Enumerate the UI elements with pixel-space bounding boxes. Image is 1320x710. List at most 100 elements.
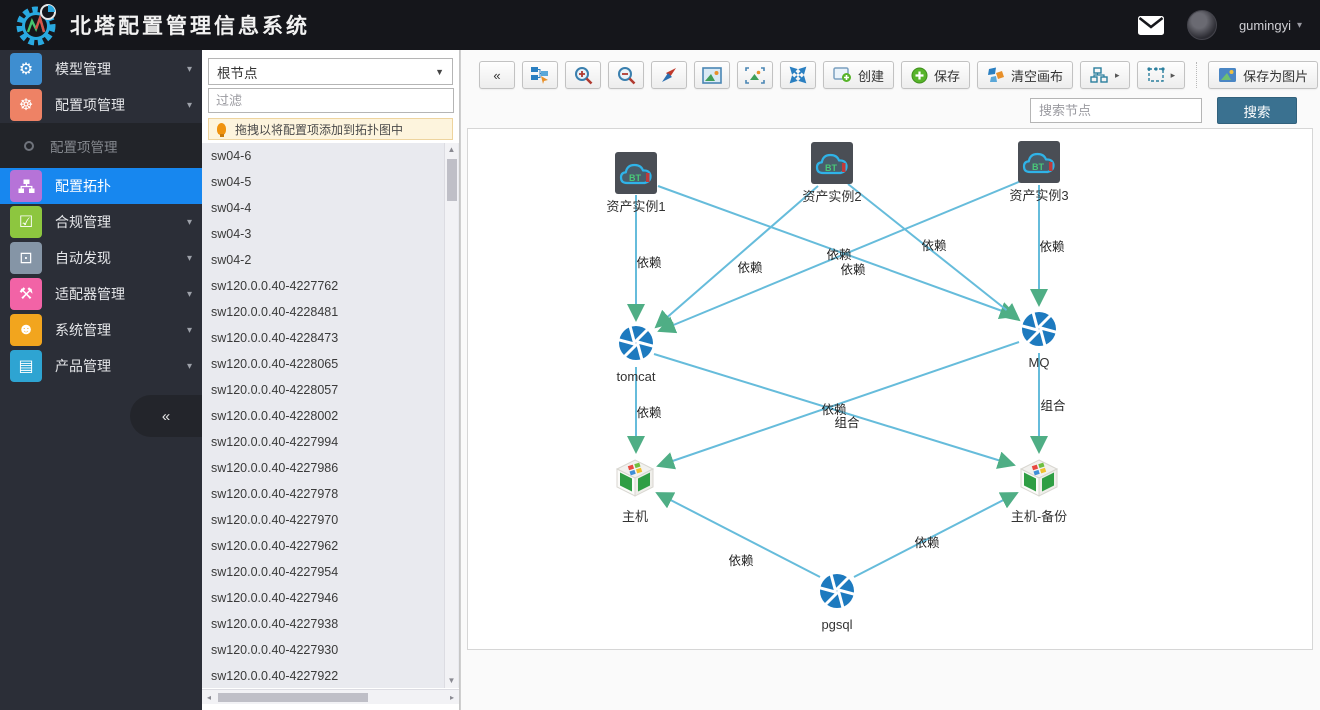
sidebar-item-auto-discovery[interactable]: ⊡ 自动发现 ▾ [0,240,202,276]
tree-item[interactable]: sw120.0.0.40-4227986 [202,455,459,481]
clear-canvas-button[interactable]: 清空画布 [977,61,1074,89]
collapse-panel-button[interactable]: « [479,61,515,89]
tree-item[interactable]: sw120.0.0.40-4228057 [202,377,459,403]
tree-item[interactable]: sw04-5 [202,169,459,195]
scroll-down-icon[interactable]: ▼ [448,674,456,688]
sidebar-item-ci-management[interactable]: ☸ 配置项管理 ▾ [0,87,202,123]
compass-button[interactable] [651,61,687,89]
main-area: « 创建 保存 清空画布 ▸ ▸ 保存为图片 搜索节点 搜索 依赖 依赖 依赖 … [460,50,1320,710]
horizontal-scrollbar[interactable]: ◂ ▸ [202,689,459,704]
tree-item[interactable]: sw04-3 [202,221,459,247]
scroll-left-icon[interactable]: ◂ [202,693,216,702]
search-node-input[interactable] [1030,98,1202,123]
image-view-button[interactable] [737,61,773,89]
sidebar-item-compliance-management[interactable]: ☑ 合规管理 ▾ [0,204,202,240]
avatar[interactable] [1186,10,1217,40]
zoom-out-icon [617,66,635,84]
clear-icon [988,67,1005,82]
tree-item[interactable]: sw120.0.0.40-4227978 [202,481,459,507]
topology-node-asset1[interactable]: BT 资产实例1 [571,152,701,215]
edge-label: 依赖 [914,535,940,550]
tree-item[interactable]: sw120.0.0.40-4227970 [202,507,459,533]
filter-input[interactable] [208,88,454,113]
ci-tree-list: sw04-6 sw04-5 sw04-4 sw04-3 sw04-2 sw120… [202,143,459,688]
tree-item[interactable]: sw120.0.0.40-4227930 [202,637,459,663]
tree-item[interactable]: sw120.0.0.40-4227946 [202,585,459,611]
vertical-scroll-thumb[interactable] [446,159,457,201]
tree-item[interactable]: sw120.0.0.40-4227954 [202,559,459,585]
sidebar-item-product-management[interactable]: ▤ 产品管理 ▾ [0,348,202,384]
username: gumingyi [1238,17,1291,33]
image-brackets-icon [745,66,765,84]
tree-item[interactable]: sw04-4 [202,195,459,221]
tree-item[interactable]: sw04-2 [202,247,459,273]
image-frame-icon [702,66,722,84]
sidebar-item-config-topology[interactable]: 配置拓扑 [0,168,202,204]
topology-node-asset3[interactable]: BT 资产实例3 [974,141,1104,204]
tree-item[interactable]: sw120.0.0.40-4227962 [202,533,459,559]
topology-node-pgsql[interactable]: pgsql [772,572,902,632]
topology-canvas[interactable]: 依赖 依赖 依赖 依赖 依赖 依赖 依赖 组合 依赖 组合 依赖 依赖 BT 资… [467,128,1313,650]
topology-node-mq[interactable]: MQ [974,310,1104,370]
aperture-icon [617,325,655,361]
asset-cloud-icon: BT [811,142,853,184]
node-search-row: 搜索 [461,97,1297,124]
mail-icon[interactable] [1137,15,1165,36]
aperture-icon [818,573,856,609]
page: 北塔配置管理信息系统 gumingyi ▾ ⚙ 模型管理 ▾ ☸ 配置项管理 ▾… [0,0,1320,710]
sidebar-collapse-button[interactable]: « [130,395,202,437]
aperture-icon [1020,311,1058,347]
tree-item[interactable]: sw120.0.0.40-4228065 [202,351,459,377]
root-node-select[interactable]: 根节点 ▼ [208,58,453,85]
create-button[interactable]: 创建 [823,61,895,89]
zoom-in-button[interactable] [565,61,601,89]
select-caret-icon: ▼ [435,66,444,77]
scroll-up-icon[interactable]: ▲ [448,143,456,157]
save-button[interactable]: 保存 [901,61,971,89]
sidebar-item-adapter-management[interactable]: ⚒ 适配器管理 ▾ [0,276,202,312]
chevron-down-icon: ▾ [186,216,192,228]
topology-node-asset2[interactable]: BT 资产实例2 [767,142,897,205]
edge-label: 依赖 [636,255,662,270]
sidebar-item-system-management[interactable]: ☻ 系统管理 ▾ [0,312,202,348]
tree-item[interactable]: sw04-6 [202,143,459,169]
topology-toolbar: « 创建 保存 清空画布 ▸ ▸ 保存为图片 [479,60,1320,90]
vertical-scrollbar[interactable]: ▲ ▼ [444,143,458,688]
topology-node-host[interactable]: 主机 [570,457,700,525]
tree-item[interactable]: sw120.0.0.40-4227938 [202,611,459,637]
tree-item[interactable]: sw120.0.0.40-4227994 [202,429,459,455]
edge-label: 依赖 [821,402,847,417]
app-header: 北塔配置管理信息系统 gumingyi ▾ [0,0,1320,50]
sidebar-subitem-ci-management[interactable]: 配置项管理 [0,123,202,168]
tree-item[interactable]: sw120.0.0.40-4228473 [202,325,459,351]
align-dropdown-button[interactable]: ▸ [1136,61,1186,89]
zoom-out-button[interactable] [608,61,644,89]
save-as-image-button[interactable]: 保存为图片 [1208,61,1319,89]
edge-label: 依赖 [636,405,662,420]
scroll-right-icon[interactable]: ▸ [445,693,459,702]
calendar-check-icon: ☑ [10,206,42,238]
node-label: pgsql [821,617,853,632]
layout-dropdown-button[interactable]: ▸ [1080,61,1130,89]
expand-button[interactable] [780,61,816,89]
horizontal-scroll-thumb[interactable] [218,692,368,702]
node-label: 资产实例1 [606,199,666,214]
search-button[interactable]: 搜索 [1217,97,1297,124]
topology-tree-button[interactable] [522,61,558,89]
fit-image-button[interactable] [694,61,730,89]
circle-bullet-icon [24,140,34,151]
tree-item[interactable]: sw120.0.0.40-4228481 [202,299,459,325]
user-menu[interactable]: gumingyi ▾ [1239,18,1302,33]
edge-label: 组合 [834,415,860,430]
host-cube-icon [615,459,655,497]
tree-item[interactable]: sw120.0.0.40-4227922 [202,663,459,688]
chevron-down-icon: ▾ [186,288,192,300]
tree-item[interactable]: sw120.0.0.40-4228002 [202,403,459,429]
topology-node-tomcat[interactable]: tomcat [571,324,701,384]
tree-item[interactable]: sw120.0.0.40-4227762 [202,273,459,299]
sidebar-item-model-management[interactable]: ⚙ 模型管理 ▾ [0,51,202,87]
topology-node-host-backup[interactable]: 主机-备份 [974,457,1104,525]
expand-arrows-icon [789,66,807,84]
dropdown-caret-icon: ▸ [1115,69,1120,80]
chevron-down-icon: ▾ [186,360,192,372]
